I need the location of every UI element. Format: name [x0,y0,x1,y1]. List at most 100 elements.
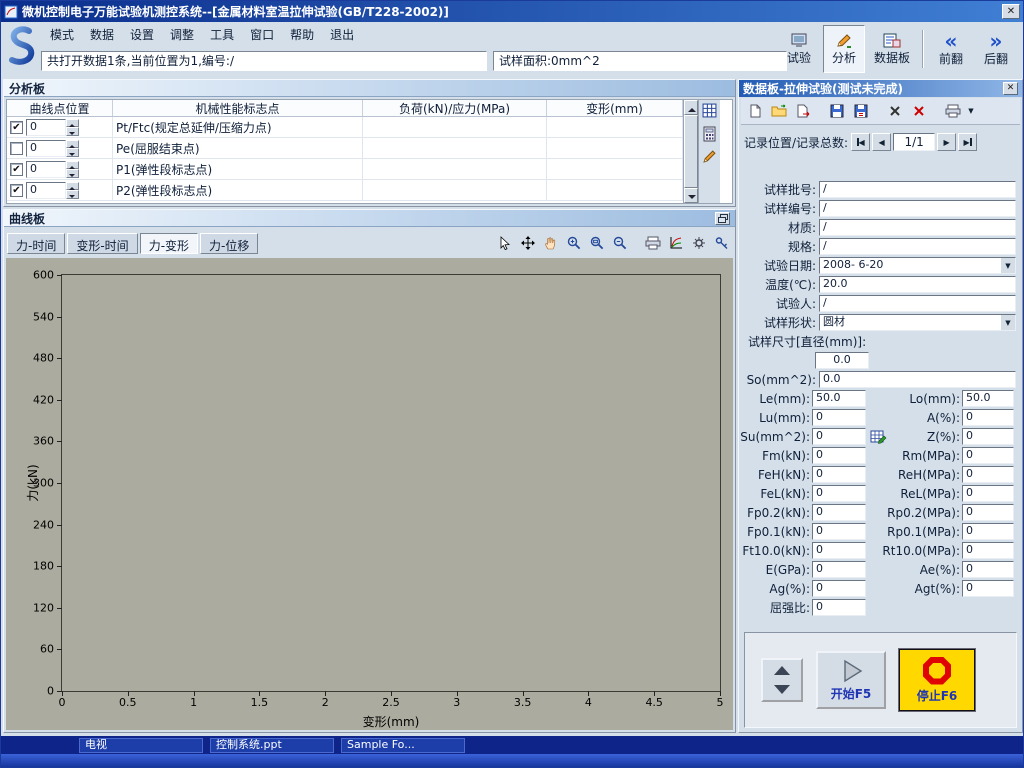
point-position-value[interactable]: 0 [26,119,66,136]
start-test-button[interactable]: 开始F5 [816,651,886,709]
spin-up-icon[interactable] [66,161,79,170]
sample-batch-input[interactable]: / [819,181,1016,198]
point-position-value[interactable]: 0 [26,140,66,157]
zoom-window-button[interactable] [586,233,607,253]
field-input[interactable]: 0 [812,428,866,445]
test-button[interactable]: 试验 [778,25,820,73]
field-input[interactable]: 0 [962,485,1014,502]
zoom-in-button[interactable] [563,233,584,253]
new-record-button[interactable] [744,100,766,122]
point-position-value[interactable]: 0 [26,161,66,178]
field-input[interactable]: 0 [962,561,1014,578]
field-input[interactable]: 0 [812,466,866,483]
edit-grid-icon[interactable] [870,428,887,445]
row-checkbox[interactable]: ✔ [10,184,23,197]
test-date-input[interactable]: 2008- 6-20▼ [819,257,1016,274]
sample-size-input[interactable]: 0.0 [815,352,869,369]
curve-restore-button[interactable] [715,212,730,225]
data-panel-close-button[interactable]: ✕ [1003,82,1018,95]
databoard-button[interactable]: 数据板 [868,25,916,73]
field-input[interactable]: 0 [962,447,1014,464]
window-close-button[interactable]: ✕ [1002,4,1020,19]
row-checkbox[interactable]: ✔ [10,163,23,176]
tab-force-deform[interactable]: 力-变形 [140,233,198,254]
first-record-button[interactable]: ◀ [851,133,870,151]
probe-key-button[interactable] [711,233,732,253]
field-input[interactable]: 0 [812,447,866,464]
field-input[interactable]: 0 [812,561,866,578]
menu-item-exit[interactable]: 退出 [323,23,361,46]
field-input[interactable]: 0 [962,409,1014,426]
export-record-button[interactable] [792,100,814,122]
prev-record-button[interactable]: ◀ [872,133,891,151]
field-input[interactable]: 0 [812,485,866,502]
scroll-down-icon[interactable] [684,188,698,203]
tab-force-time[interactable]: 力-时间 [7,233,65,254]
print-report-button[interactable] [942,100,964,122]
field-input[interactable]: 0 [962,580,1014,597]
menu-item-data[interactable]: 数据 [83,23,121,46]
field-input[interactable]: 0 [812,504,866,521]
field-input[interactable]: 0 [812,409,866,426]
calculator-button[interactable] [700,124,719,143]
settings-button[interactable] [688,233,709,253]
scroll-up-icon[interactable] [684,100,698,115]
dropdown-arrow-icon[interactable]: ▼ [1000,257,1016,274]
field-input[interactable]: 0 [962,428,1014,445]
next-record-button[interactable]: ▶ [937,133,956,151]
zoom-out-button[interactable] [609,233,630,253]
spin-down-icon[interactable] [66,169,79,178]
spin-down-icon[interactable] [66,127,79,136]
spin-up-icon[interactable] [66,182,79,191]
point-position-value[interactable]: 0 [26,182,66,199]
temperature-input[interactable]: 20.0 [819,276,1016,293]
print-dropdown-icon[interactable]: ▼ [966,100,976,122]
spin-down-icon[interactable] [66,148,79,157]
delete-record-button[interactable] [884,100,906,122]
grid-table-button[interactable] [700,101,719,120]
tab-deform-time[interactable]: 变形-时间 [67,233,137,254]
sample-number-input[interactable]: / [819,200,1016,217]
so-field-input[interactable]: 0.0 [819,371,1016,388]
spin-down-icon[interactable] [66,190,79,199]
field-input[interactable]: 0 [962,523,1014,540]
field-input[interactable]: 0 [812,542,866,559]
select-cursor-button[interactable] [494,233,515,253]
row-checkbox[interactable] [10,142,23,155]
tab-force-displacement[interactable]: 力-位移 [200,233,258,254]
taskbar-item-0[interactable]: 电视 [79,738,203,753]
save-button[interactable] [826,100,848,122]
next-page-button[interactable]: » 后翻 [975,25,1017,73]
taskbar-item-2[interactable]: Sample Fo... [341,738,465,753]
field-input[interactable]: 50.0 [812,390,866,407]
scroll-thumb[interactable] [684,115,698,188]
field-input[interactable]: 0 [962,542,1014,559]
prev-page-button[interactable]: « 前翻 [930,25,972,73]
menu-item-window[interactable]: 窗口 [243,23,281,46]
taskbar-item-1[interactable]: 控制系统.ppt [210,738,334,753]
stop-test-button[interactable]: 停止F6 [899,649,975,711]
pan-hand-button[interactable] [540,233,561,253]
edit-pencil-button[interactable] [700,147,719,166]
tester-input[interactable]: / [819,295,1016,312]
print-curve-button[interactable] [642,233,663,253]
plot-area[interactable]: 力(kN) 变形(mm) 060120180240300360420480540… [61,274,721,692]
curve-compare-button[interactable] [665,233,686,253]
last-record-button[interactable]: ▶ [958,133,977,151]
menu-item-adjust[interactable]: 调整 [163,23,201,46]
spec-input[interactable]: / [819,238,1016,255]
field-input[interactable]: 0 [812,580,866,597]
row-checkbox[interactable]: ✔ [10,121,23,134]
delete-all-button[interactable] [908,100,930,122]
menu-item-mode[interactable]: 模式 [43,23,81,46]
material-input[interactable]: / [819,219,1016,236]
spin-up-icon[interactable] [66,140,79,149]
field-input[interactable]: 0 [962,504,1014,521]
open-record-button[interactable] [768,100,790,122]
crosshead-updown-button[interactable] [761,658,803,702]
sample-shape-input[interactable]: 圆材▼ [819,314,1016,331]
spin-up-icon[interactable] [66,119,79,128]
crosshair-button[interactable] [517,233,538,253]
menu-item-settings[interactable]: 设置 [123,23,161,46]
menu-item-tools[interactable]: 工具 [203,23,241,46]
